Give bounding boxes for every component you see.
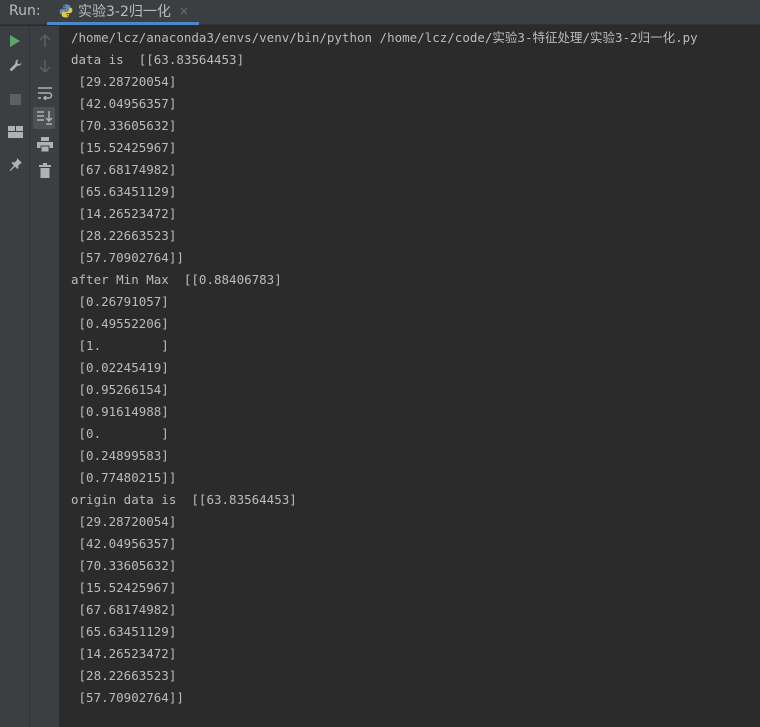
arrow-down-icon[interactable]	[39, 59, 51, 73]
minmax-row: [0. ]	[71, 426, 169, 441]
origin-header-line: origin data is [[63.83564453]	[71, 492, 297, 507]
run-actions-bar	[0, 26, 30, 727]
origin-row: [15.52425967]	[71, 580, 177, 595]
minmax-row: [0.95266154]	[71, 382, 169, 397]
run-icon[interactable]	[9, 34, 21, 48]
data-row: [57.70902764]]	[71, 250, 184, 265]
origin-row: [42.04956357]	[71, 536, 177, 551]
data-row: [15.52425967]	[71, 140, 177, 155]
data-row: [65.63451129]	[71, 184, 177, 199]
origin-row: [57.70902764]]	[71, 690, 184, 705]
scroll-to-end-icon[interactable]	[33, 107, 55, 129]
python-icon	[58, 3, 74, 19]
tab-title: 实验3-2归一化	[78, 4, 171, 20]
command-line: /home/lcz/anaconda3/envs/venv/bin/python…	[71, 30, 698, 45]
data-header-line: data is [[63.83564453]	[71, 52, 245, 67]
minmax-row: [0.26791057]	[71, 294, 169, 309]
origin-row: [67.68174982]	[71, 602, 177, 617]
data-row: [29.28720054]	[71, 74, 177, 89]
trash-icon[interactable]	[39, 163, 51, 178]
layout-icon[interactable]	[8, 126, 23, 138]
pin-icon[interactable]	[8, 157, 23, 172]
console-tools-bar	[30, 26, 60, 727]
wrench-icon[interactable]	[8, 58, 23, 73]
origin-row: [28.22663523]	[71, 668, 177, 683]
origin-row: [29.28720054]	[71, 514, 177, 529]
minmax-row: [0.77480215]]	[71, 470, 177, 485]
data-row: [42.04956357]	[71, 96, 177, 111]
print-icon[interactable]	[37, 137, 53, 152]
soft-wrap-icon[interactable]	[37, 86, 53, 100]
minmax-header-line: after Min Max [[0.88406783]	[71, 272, 282, 287]
close-icon[interactable]: ×	[179, 4, 189, 18]
data-row: [28.22663523]	[71, 228, 177, 243]
arrow-up-icon[interactable]	[39, 34, 51, 48]
minmax-row: [0.24899583]	[71, 448, 169, 463]
data-row: [67.68174982]	[71, 162, 177, 177]
console-output[interactable]: /home/lcz/anaconda3/envs/venv/bin/python…	[60, 26, 760, 727]
origin-row: [70.33605632]	[71, 558, 177, 573]
run-tab[interactable]: 实验3-2归一化 ×	[47, 0, 199, 25]
run-label: Run:	[9, 3, 41, 19]
origin-row: [65.63451129]	[71, 624, 177, 639]
stop-icon[interactable]	[10, 94, 21, 105]
origin-row: [14.26523472]	[71, 646, 177, 661]
run-tool-window-header: Run: 实验3-2归一化 ×	[0, 0, 760, 25]
data-row: [14.26523472]	[71, 206, 177, 221]
minmax-row: [0.02245419]	[71, 360, 169, 375]
minmax-row: [1. ]	[71, 338, 169, 353]
minmax-row: [0.49552206]	[71, 316, 169, 331]
data-row: [70.33605632]	[71, 118, 177, 133]
minmax-row: [0.91614988]	[71, 404, 169, 419]
